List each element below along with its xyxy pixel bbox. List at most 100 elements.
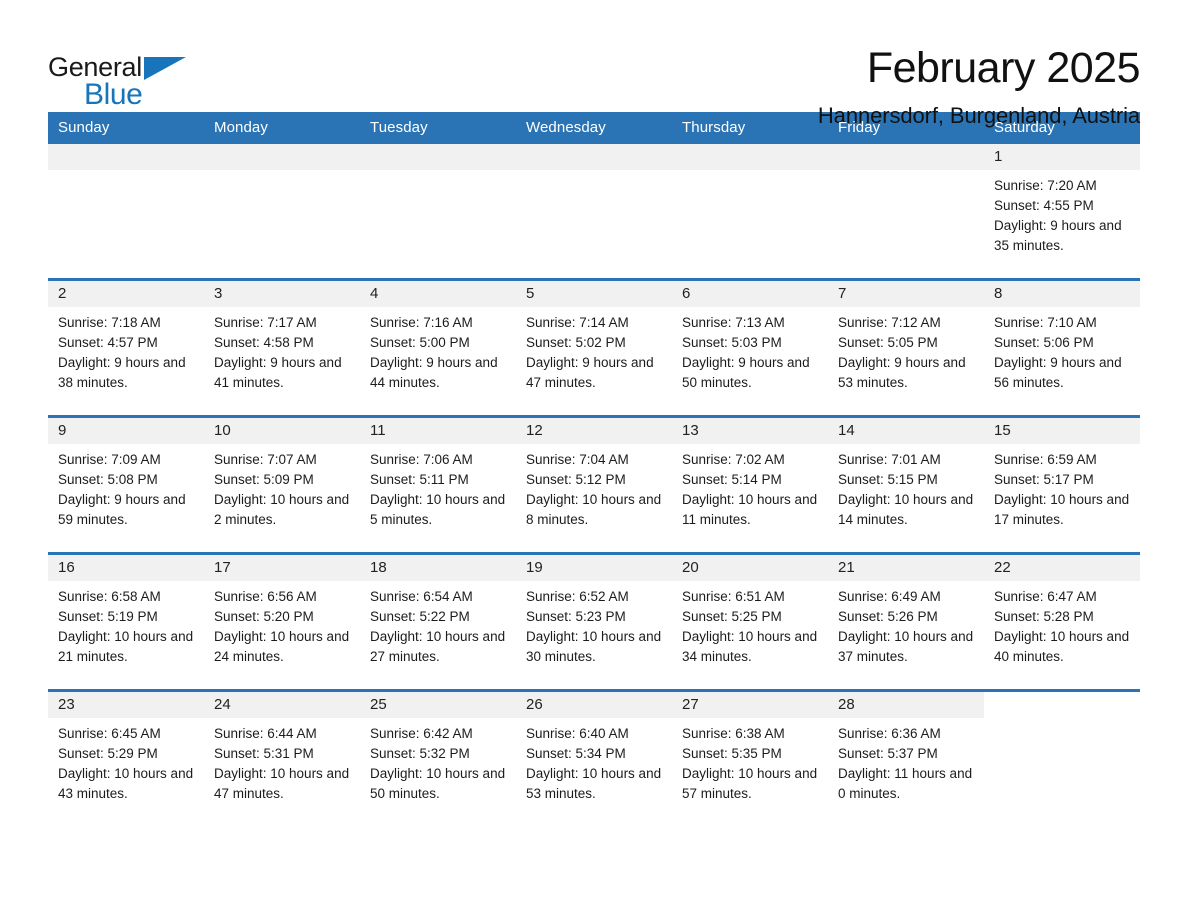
sunset-text: Sunset: 5:11 PM [370, 472, 469, 487]
logo-triangle-icon [144, 57, 186, 80]
sunset-text: Sunset: 5:09 PM [214, 472, 314, 487]
daylight-text: Daylight: 10 hours and 57 minutes. [682, 766, 818, 801]
sunrise-text: Sunrise: 7:12 AM [838, 315, 941, 330]
sunrise-text: Sunrise: 7:16 AM [370, 315, 473, 330]
day-details: Sunrise: 6:49 AM Sunset: 5:26 PM Daylight:… [828, 581, 984, 667]
calendar-day-cell[interactable]: 28 Sunrise: 6:36 AM Sunset: 5:37 PM Dayligh… [828, 690, 984, 826]
day-details: Sunrise: 7:14 AM Sunset: 5:02 PM Daylight:… [516, 307, 672, 393]
sunrise-text: Sunrise: 6:51 AM [682, 589, 785, 604]
calendar-day-cell[interactable]: 13 Sunrise: 7:02 AM Sunset: 5:14 PM Dayligh… [672, 416, 828, 554]
sunrise-text: Sunrise: 7:10 AM [994, 315, 1097, 330]
sunrise-text: Sunrise: 7:06 AM [370, 452, 473, 467]
day-number [48, 144, 204, 170]
calendar-day-cell[interactable]: 25 Sunrise: 6:42 AM Sunset: 5:32 PM Dayligh… [360, 690, 516, 826]
day-number: 25 [360, 692, 516, 718]
sunset-text: Sunset: 5:06 PM [994, 335, 1094, 350]
daylight-text: Daylight: 10 hours and 43 minutes. [58, 766, 194, 801]
sunrise-text: Sunrise: 6:49 AM [838, 589, 941, 604]
sunrise-text: Sunrise: 6:42 AM [370, 726, 473, 741]
day-number: 13 [672, 418, 828, 444]
calendar-day-cell[interactable]: 16 Sunrise: 6:58 AM Sunset: 5:19 PM Dayligh… [48, 553, 204, 691]
day-details: Sunrise: 7:09 AM Sunset: 5:08 PM Daylight:… [48, 444, 204, 530]
day-details: Sunrise: 7:18 AM Sunset: 4:57 PM Daylight:… [48, 307, 204, 393]
calendar-day-cell[interactable]: 4 Sunrise: 7:16 AM Sunset: 5:00 PM Daylight… [360, 279, 516, 417]
calendar-day-cell[interactable]: 8 Sunrise: 7:10 AM Sunset: 5:06 PM Daylight… [984, 279, 1140, 417]
day-number: 23 [48, 692, 204, 718]
day-details: Sunrise: 6:56 AM Sunset: 5:20 PM Daylight:… [204, 581, 360, 667]
sunset-text: Sunset: 4:55 PM [994, 198, 1094, 213]
calendar-day-cell[interactable]: 27 Sunrise: 6:38 AM Sunset: 5:35 PM Dayligh… [672, 690, 828, 826]
calendar-day-cell[interactable]: 23 Sunrise: 6:45 AM Sunset: 5:29 PM Dayligh… [48, 690, 204, 826]
calendar-week-row: 23 Sunrise: 6:45 AM Sunset: 5:29 PM Dayligh… [48, 690, 1140, 826]
day-number: 10 [204, 418, 360, 444]
sunrise-text: Sunrise: 6:52 AM [526, 589, 629, 604]
daylight-text: Daylight: 10 hours and 50 minutes. [370, 766, 506, 801]
sunrise-text: Sunrise: 6:58 AM [58, 589, 161, 604]
weekday-header-sunday: Sunday [48, 112, 204, 144]
calendar-day-cell-empty [360, 144, 516, 280]
sunrise-text: Sunrise: 6:54 AM [370, 589, 473, 604]
calendar-day-cell[interactable]: 9 Sunrise: 7:09 AM Sunset: 5:08 PM Daylight… [48, 416, 204, 554]
calendar-day-cell-empty [204, 144, 360, 280]
sunrise-text: Sunrise: 6:59 AM [994, 452, 1097, 467]
sunset-text: Sunset: 5:12 PM [526, 472, 626, 487]
daylight-text: Daylight: 10 hours and 14 minutes. [838, 492, 974, 527]
sunrise-text: Sunrise: 6:45 AM [58, 726, 161, 741]
daylight-text: Daylight: 9 hours and 41 minutes. [214, 355, 342, 390]
day-number [360, 144, 516, 170]
sunrise-text: Sunrise: 7:07 AM [214, 452, 317, 467]
calendar-day-cell[interactable]: 1 Sunrise: 7:20 AM Sunset: 4:55 PM Daylight… [984, 144, 1140, 280]
calendar-day-cell[interactable]: 20 Sunrise: 6:51 AM Sunset: 5:25 PM Dayligh… [672, 553, 828, 691]
day-number: 18 [360, 555, 516, 581]
calendar-day-cell[interactable]: 22 Sunrise: 6:47 AM Sunset: 5:28 PM Dayligh… [984, 553, 1140, 691]
calendar-day-cell[interactable]: 3 Sunrise: 7:17 AM Sunset: 4:58 PM Daylight… [204, 279, 360, 417]
calendar-day-cell[interactable]: 19 Sunrise: 6:52 AM Sunset: 5:23 PM Dayligh… [516, 553, 672, 691]
daylight-text: Daylight: 9 hours and 38 minutes. [58, 355, 186, 390]
calendar-day-cell[interactable]: 2 Sunrise: 7:18 AM Sunset: 4:57 PM Daylight… [48, 279, 204, 417]
day-number: 12 [516, 418, 672, 444]
sunset-text: Sunset: 5:19 PM [58, 609, 158, 624]
sunrise-text: Sunrise: 7:09 AM [58, 452, 161, 467]
day-number: 20 [672, 555, 828, 581]
calendar-day-cell[interactable]: 12 Sunrise: 7:04 AM Sunset: 5:12 PM Dayligh… [516, 416, 672, 554]
calendar-week-row: 16 Sunrise: 6:58 AM Sunset: 5:19 PM Dayligh… [48, 553, 1140, 691]
sunset-text: Sunset: 5:29 PM [58, 746, 158, 761]
calendar-day-cell[interactable]: 6 Sunrise: 7:13 AM Sunset: 5:03 PM Daylight… [672, 279, 828, 417]
day-number: 15 [984, 418, 1140, 444]
calendar-table: Sunday Monday Tuesday Wednesday Thursday… [48, 112, 1140, 826]
daylight-text: Daylight: 10 hours and 40 minutes. [994, 629, 1130, 664]
calendar-day-cell[interactable]: 17 Sunrise: 6:56 AM Sunset: 5:20 PM Dayligh… [204, 553, 360, 691]
sunset-text: Sunset: 5:28 PM [994, 609, 1094, 624]
calendar-day-cell[interactable]: 7 Sunrise: 7:12 AM Sunset: 5:05 PM Daylight… [828, 279, 984, 417]
day-details: Sunrise: 7:06 AM Sunset: 5:11 PM Daylight:… [360, 444, 516, 530]
calendar-day-cell[interactable]: 26 Sunrise: 6:40 AM Sunset: 5:34 PM Dayligh… [516, 690, 672, 826]
sunset-text: Sunset: 5:08 PM [58, 472, 158, 487]
page-header: General Blue February 2025 Hannersdorf, … [48, 0, 1141, 128]
day-number: 8 [984, 281, 1140, 307]
day-number: 27 [672, 692, 828, 718]
calendar-week-row: 9 Sunrise: 7:09 AM Sunset: 5:08 PM Daylight… [48, 416, 1140, 554]
calendar-day-cell[interactable]: 18 Sunrise: 6:54 AM Sunset: 5:22 PM Dayligh… [360, 553, 516, 691]
calendar-day-cell[interactable]: 21 Sunrise: 6:49 AM Sunset: 5:26 PM Dayligh… [828, 553, 984, 691]
day-number: 11 [360, 418, 516, 444]
calendar-day-cell[interactable]: 15 Sunrise: 6:59 AM Sunset: 5:17 PM Dayligh… [984, 416, 1140, 554]
sunset-text: Sunset: 5:20 PM [214, 609, 314, 624]
sunset-text: Sunset: 5:14 PM [682, 472, 782, 487]
sunrise-text: Sunrise: 7:04 AM [526, 452, 629, 467]
sunset-text: Sunset: 4:57 PM [58, 335, 158, 350]
calendar-day-cell[interactable]: 10 Sunrise: 7:07 AM Sunset: 5:09 PM Dayligh… [204, 416, 360, 554]
sunrise-text: Sunrise: 6:44 AM [214, 726, 317, 741]
sunrise-text: Sunrise: 7:13 AM [682, 315, 785, 330]
day-number: 7 [828, 281, 984, 307]
sunset-text: Sunset: 5:31 PM [214, 746, 314, 761]
calendar-day-cell[interactable]: 5 Sunrise: 7:14 AM Sunset: 5:02 PM Daylight… [516, 279, 672, 417]
day-details: Sunrise: 6:38 AM Sunset: 5:35 PM Daylight:… [672, 718, 828, 804]
calendar-day-cell[interactable]: 11 Sunrise: 7:06 AM Sunset: 5:11 PM Dayligh… [360, 416, 516, 554]
daylight-text: Daylight: 10 hours and 37 minutes. [838, 629, 974, 664]
day-number: 3 [204, 281, 360, 307]
calendar-day-cell-empty [984, 690, 1140, 826]
calendar-day-cell[interactable]: 24 Sunrise: 6:44 AM Sunset: 5:31 PM Dayligh… [204, 690, 360, 826]
day-number: 24 [204, 692, 360, 718]
day-details: Sunrise: 7:07 AM Sunset: 5:09 PM Daylight:… [204, 444, 360, 530]
calendar-day-cell[interactable]: 14 Sunrise: 7:01 AM Sunset: 5:15 PM Dayligh… [828, 416, 984, 554]
